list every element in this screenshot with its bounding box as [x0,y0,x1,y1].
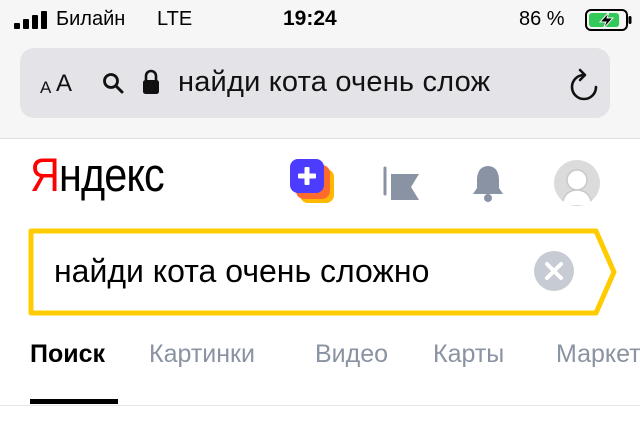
search-icon [103,73,124,94]
collections-icon[interactable] [383,164,421,202]
tab-maps[interactable]: Карты [433,340,504,369]
yandex-plus-icon[interactable] [290,157,336,205]
text-size-small-label: A [40,78,52,97]
tabs-divider [0,405,640,406]
cellular-signal-icon [14,11,47,29]
network-type: LTE [157,8,193,30]
notifications-bell-icon[interactable] [470,164,506,202]
tab-images[interactable]: Картинки [149,340,255,369]
status-time: 19:24 [283,7,337,30]
tab-video[interactable]: Видео [315,340,388,369]
text-size-large-label: A [56,70,73,97]
status-bar: Билайн LTE 19:24 86 % [0,0,640,40]
carrier-name: Билайн [56,8,126,30]
close-icon [545,262,563,280]
user-avatar[interactable] [554,160,600,206]
battery-percentage: 86 % [519,8,565,30]
logo-rest: ндекс [58,148,165,201]
browser-chrome: Билайн LTE 19:24 86 % A A найди кота оче… [0,0,640,139]
text-size-button[interactable]: A A [40,68,82,98]
address-bar[interactable]: A A найди кота очень слож [20,48,610,118]
tab-search[interactable]: Поиск [30,340,105,369]
user-silhouette-icon [561,169,593,206]
battery-charging-icon [585,9,632,31]
search-type-tabs: Поиск Картинки Видео Карты Маркет [0,340,640,404]
clear-search-button[interactable] [534,251,574,291]
lock-icon [143,69,159,94]
logo-first-letter: Я [30,148,60,201]
yandex-logo[interactable]: Яндекс [30,148,165,201]
url-text[interactable]: найди кота очень слож [178,66,490,99]
active-tab-indicator [30,399,118,404]
search-query-text[interactable]: найди кота очень сложно [54,253,429,290]
tab-market[interactable]: Маркет [556,340,640,369]
reload-icon[interactable] [568,68,600,102]
